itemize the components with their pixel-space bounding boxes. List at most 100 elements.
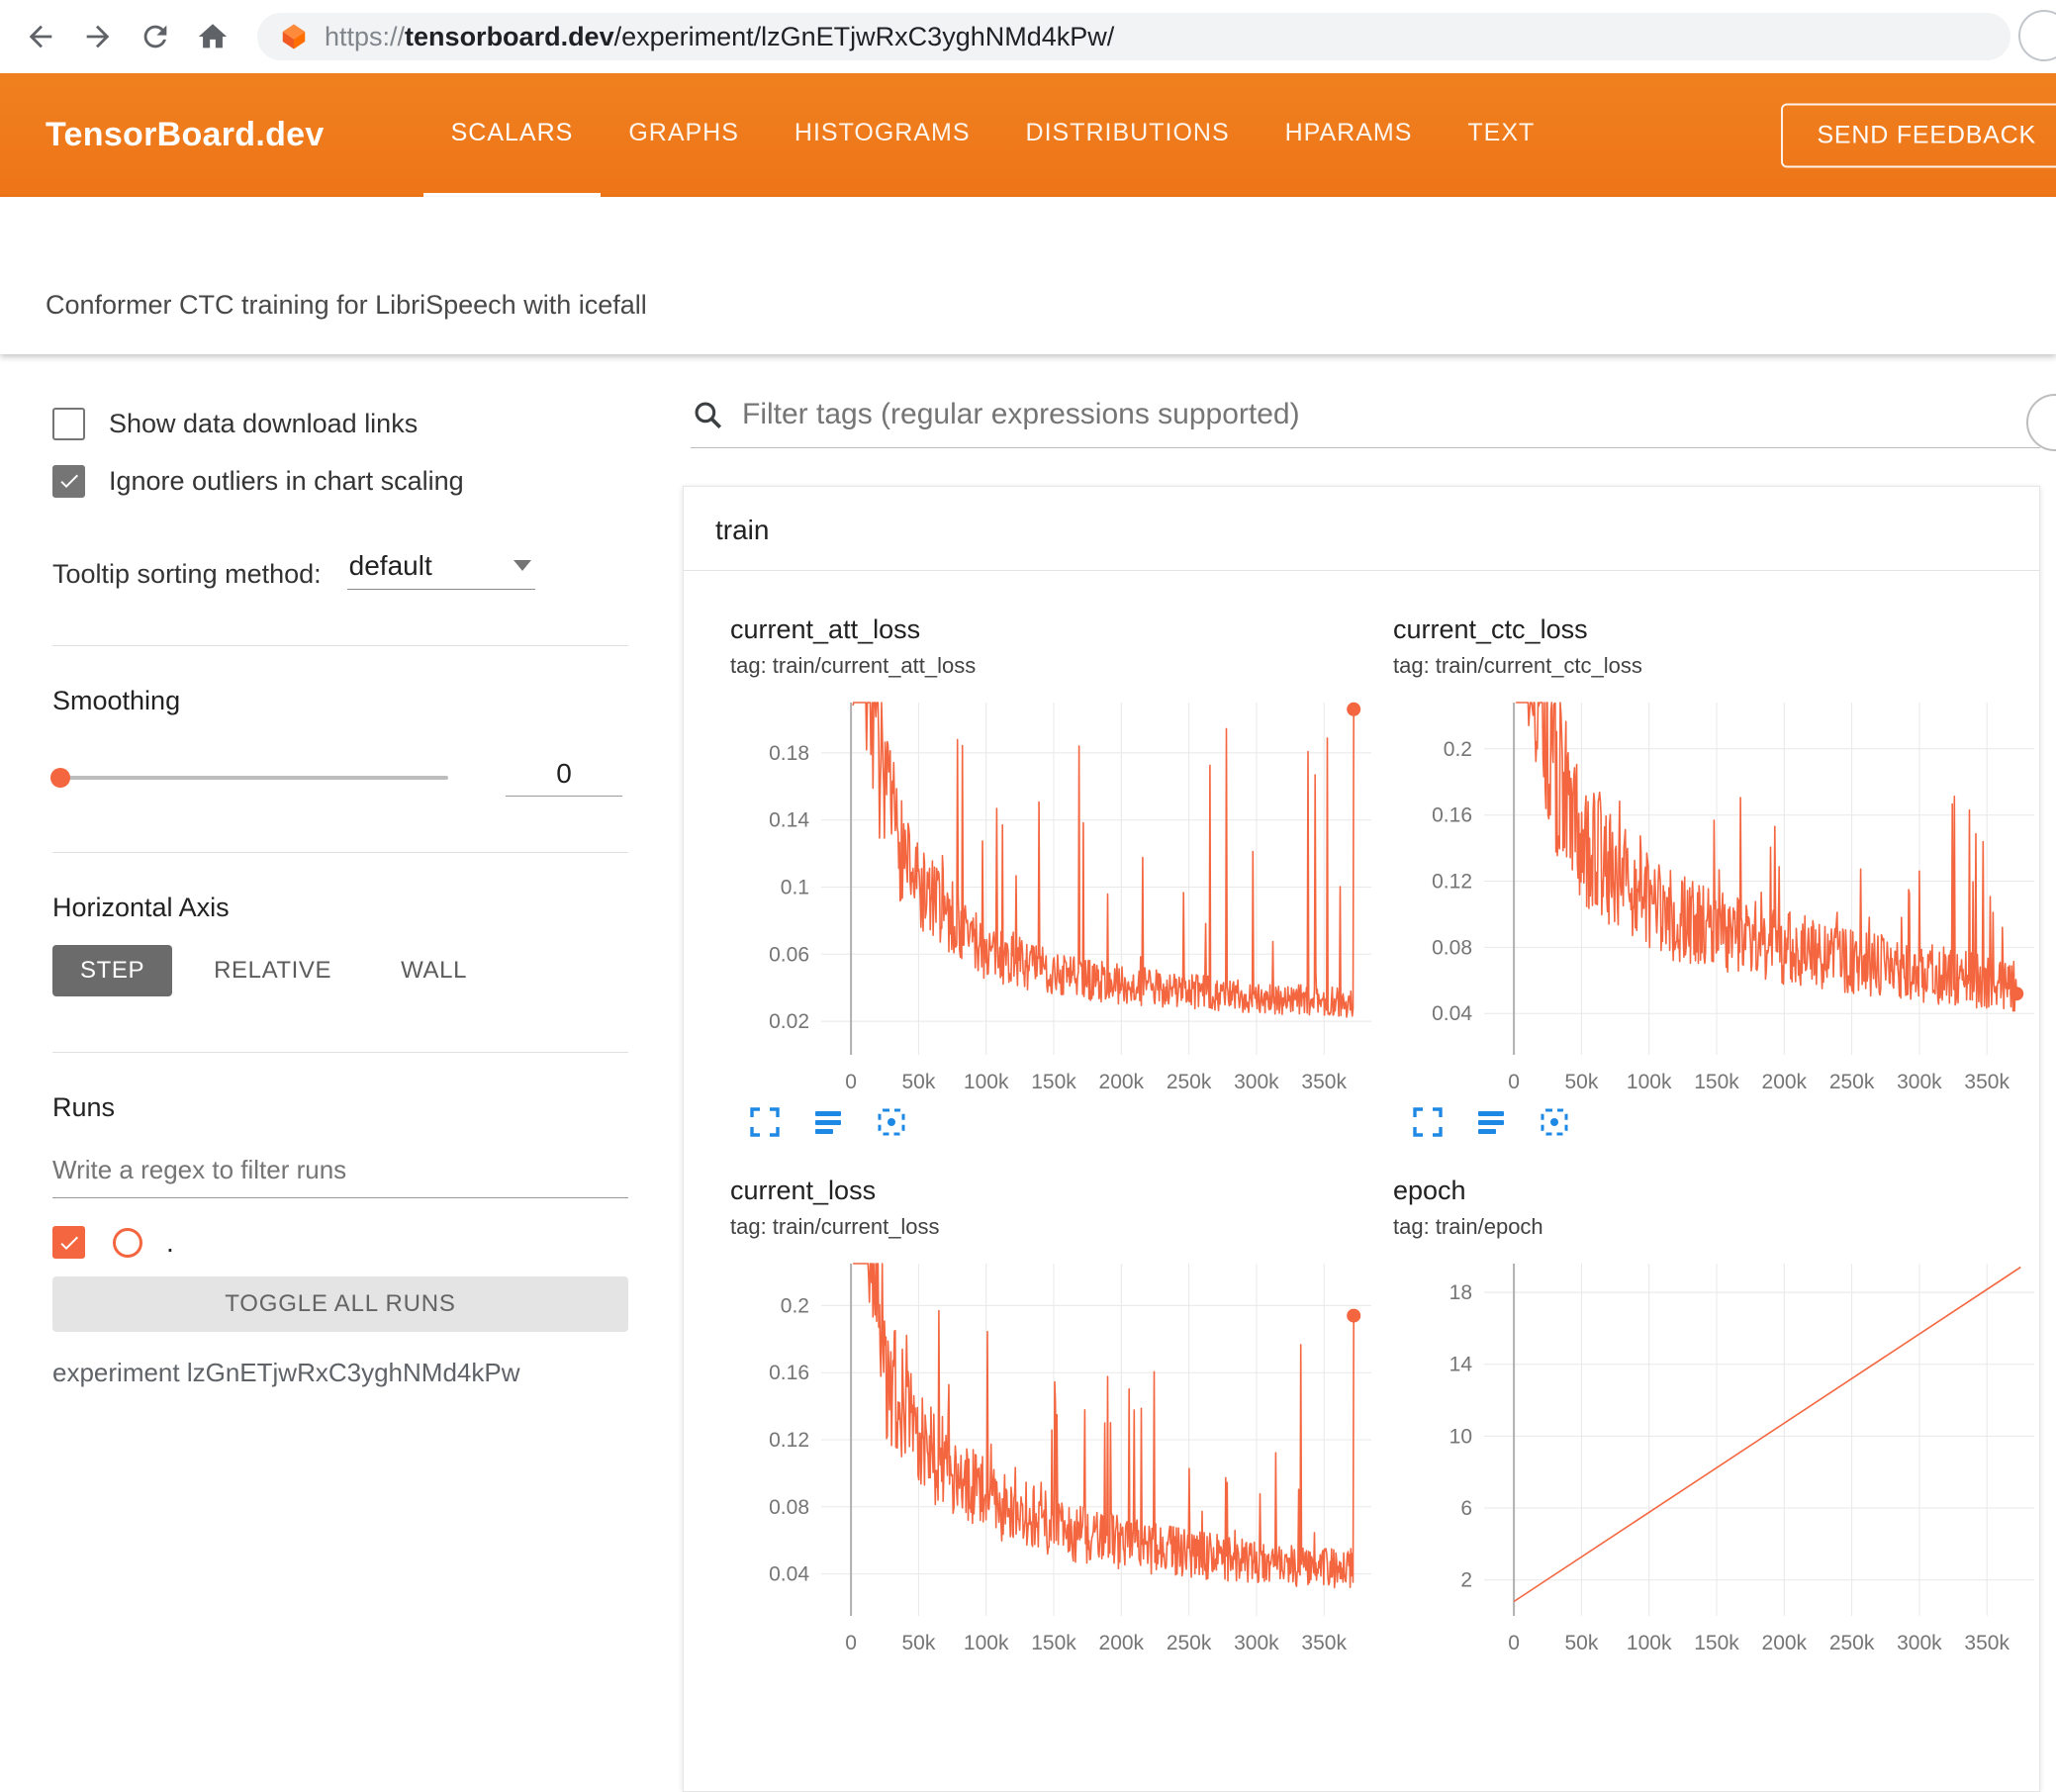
svg-text:200k: 200k	[1099, 1071, 1145, 1093]
tab-text[interactable]: TEXT	[1440, 73, 1562, 197]
horizontal-axis-label: Horizontal Axis	[52, 893, 628, 923]
divider	[52, 1052, 628, 1053]
svg-text:10: 10	[1449, 1425, 1472, 1448]
svg-text:300k: 300k	[1897, 1071, 1942, 1093]
fit-domain-icon[interactable]	[1536, 1104, 1573, 1142]
toggle-runs-below-icon[interactable]	[809, 1104, 847, 1142]
svg-text:200k: 200k	[1762, 1071, 1808, 1093]
divider	[52, 645, 628, 646]
reload-icon[interactable]	[139, 20, 172, 53]
svg-text:0.12: 0.12	[1432, 871, 1472, 894]
charts-grid: current_att_loss tag: train/current_att_…	[684, 571, 2039, 1661]
train-card: train current_att_loss tag: train/curren…	[683, 486, 2040, 1792]
ignore-outliers-checkbox[interactable]	[52, 465, 85, 498]
svg-text:0.16: 0.16	[1432, 804, 1472, 827]
axis-step-button[interactable]: STEP	[52, 945, 172, 996]
svg-text:0.02: 0.02	[769, 1010, 809, 1033]
axis-relative-button[interactable]: RELATIVE	[186, 945, 359, 996]
chart-tag: tag: train/current_ctc_loss	[1393, 653, 2037, 679]
app-header: TensorBoard.dev SCALARS GRAPHS HISTOGRAM…	[0, 73, 2056, 197]
chart-plot[interactable]: 26101418050k100k150k200k250k300k350k	[1393, 1256, 2046, 1661]
svg-text:50k: 50k	[901, 1071, 935, 1093]
experiment-title: Conformer CTC training for LibriSpeech w…	[46, 290, 647, 321]
svg-text:300k: 300k	[1897, 1632, 1942, 1654]
toggle-all-runs-button[interactable]: TOGGLE ALL RUNS	[52, 1276, 628, 1332]
tooltip-sorting-row: Tooltip sorting method: default	[52, 550, 628, 590]
svg-text:350k: 350k	[1301, 1071, 1347, 1093]
svg-text:100k: 100k	[1627, 1632, 1672, 1654]
run-name: .	[166, 1227, 174, 1259]
tooltip-sorting-label: Tooltip sorting method:	[52, 559, 322, 590]
svg-text:0.04: 0.04	[1432, 1002, 1472, 1025]
svg-text:0.2: 0.2	[1444, 738, 1472, 761]
expand-chart-icon[interactable]	[746, 1104, 784, 1142]
url-bar[interactable]: https://tensorboard.dev/experiment/lzGnE…	[257, 13, 2010, 60]
chart-tag: tag: train/epoch	[1393, 1214, 2037, 1240]
scalar-chart-current-ctc-loss: current_ctc_loss tag: train/current_ctc_…	[1374, 614, 2037, 1142]
svg-text:18: 18	[1449, 1281, 1472, 1304]
tab-scalars[interactable]: SCALARS	[423, 73, 602, 197]
svg-text:200k: 200k	[1099, 1632, 1145, 1654]
scalar-chart-current-loss: current_loss tag: train/current_loss 0.0…	[711, 1176, 1374, 1661]
svg-text:0: 0	[845, 1632, 857, 1654]
chart-plot[interactable]: 0.040.080.120.160.2050k100k150k200k250k3…	[1393, 695, 2046, 1100]
tooltip-sorting-value: default	[349, 550, 432, 581]
chart-plot[interactable]: 0.020.060.10.140.18050k100k150k200k250k3…	[730, 695, 1383, 1100]
send-feedback-button[interactable]: SEND FEEDBACK	[1781, 103, 2056, 167]
tooltip-sorting-select[interactable]: default	[347, 550, 535, 590]
smoothing-label: Smoothing	[52, 686, 628, 716]
chart-tag: tag: train/current_loss	[730, 1214, 1374, 1240]
runs-filter-input[interactable]	[52, 1149, 628, 1198]
tag-group-train[interactable]: train	[684, 487, 2039, 571]
filter-tags-input[interactable]	[742, 398, 2040, 431]
tab-histograms[interactable]: HISTOGRAMS	[767, 73, 998, 197]
run-color-swatch[interactable]	[113, 1228, 142, 1258]
svg-text:2: 2	[1460, 1569, 1472, 1592]
svg-text:0.12: 0.12	[769, 1429, 809, 1452]
home-icon[interactable]	[196, 20, 230, 53]
chart-toolbar	[730, 1104, 1374, 1142]
smoothing-slider-thumb[interactable]	[50, 768, 70, 788]
chart-title: current_att_loss	[730, 614, 1374, 645]
scalar-chart-epoch: epoch tag: train/epoch 26101418050k100k1…	[1374, 1176, 2037, 1661]
smoothing-slider[interactable]	[52, 776, 448, 780]
toggle-runs-below-icon[interactable]	[1472, 1104, 1510, 1142]
experiment-title-bar: Conformer CTC training for LibriSpeech w…	[0, 197, 2056, 354]
run-checkbox[interactable]	[52, 1226, 85, 1259]
tab-graphs[interactable]: GRAPHS	[601, 73, 767, 197]
svg-text:0: 0	[845, 1071, 857, 1093]
svg-text:100k: 100k	[964, 1071, 1009, 1093]
smoothing-value-input[interactable]	[506, 758, 622, 797]
expand-chart-icon[interactable]	[1409, 1104, 1447, 1142]
runs-label: Runs	[52, 1092, 628, 1123]
axis-wall-button[interactable]: WALL	[373, 945, 495, 996]
browser-avatar[interactable]	[2018, 10, 2056, 61]
svg-text:100k: 100k	[964, 1632, 1009, 1654]
show-download-links-checkbox[interactable]	[52, 408, 85, 440]
svg-text:50k: 50k	[1564, 1071, 1598, 1093]
svg-text:150k: 150k	[1694, 1071, 1739, 1093]
svg-text:50k: 50k	[1564, 1632, 1598, 1654]
svg-text:150k: 150k	[1031, 1632, 1076, 1654]
ignore-outliers-label: Ignore outliers in chart scaling	[109, 466, 464, 497]
horizontal-axis-buttons: STEP RELATIVE WALL	[52, 945, 628, 996]
app-title: TensorBoard.dev	[46, 116, 325, 154]
svg-text:200k: 200k	[1762, 1632, 1808, 1654]
svg-text:0.2: 0.2	[781, 1294, 809, 1317]
tensorboard-favicon	[279, 22, 309, 51]
back-icon[interactable]	[24, 20, 57, 53]
forward-icon[interactable]	[81, 20, 115, 53]
svg-text:350k: 350k	[1301, 1632, 1347, 1654]
svg-text:300k: 300k	[1234, 1071, 1279, 1093]
svg-text:0.14: 0.14	[769, 809, 809, 832]
tab-distributions[interactable]: DISTRIBUTIONS	[998, 73, 1258, 197]
tab-hparams[interactable]: HPARAMS	[1258, 73, 1441, 197]
chart-plot[interactable]: 0.040.080.120.160.2050k100k150k200k250k3…	[730, 1256, 1383, 1661]
svg-text:150k: 150k	[1031, 1071, 1076, 1093]
svg-text:0: 0	[1508, 1071, 1520, 1093]
svg-text:100k: 100k	[1627, 1071, 1672, 1093]
show-download-links-label: Show data download links	[109, 409, 418, 439]
svg-text:14: 14	[1449, 1354, 1473, 1376]
svg-text:0: 0	[1508, 1632, 1520, 1654]
fit-domain-icon[interactable]	[873, 1104, 910, 1142]
